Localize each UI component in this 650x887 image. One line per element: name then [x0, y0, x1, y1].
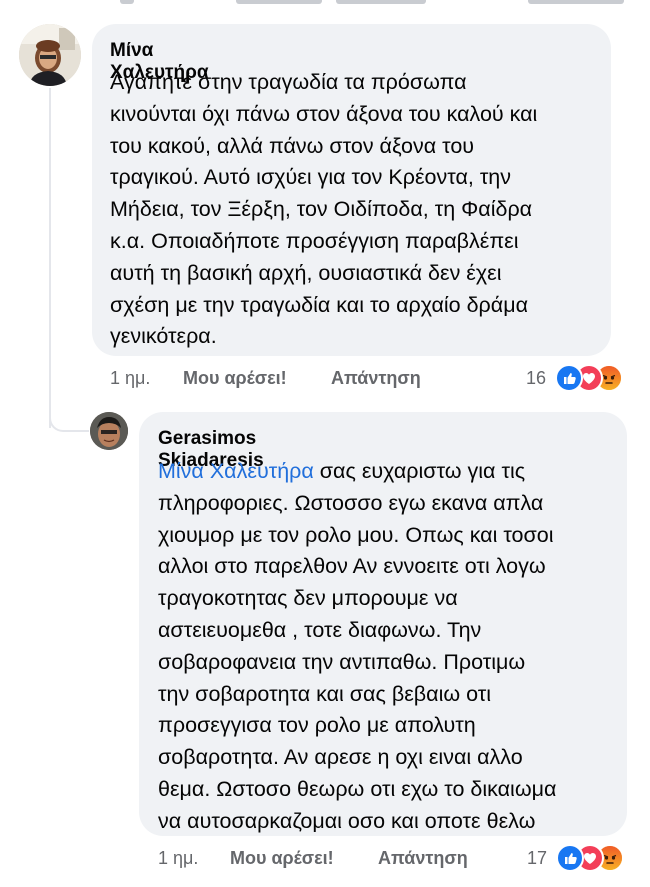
like-icon — [555, 364, 583, 392]
avatar-photo — [19, 24, 81, 86]
comment-line: σοβαροφανεια την αντιπαθω. Προτιμω — [158, 649, 526, 674]
like-button[interactable]: Μου αρέσει! — [183, 368, 287, 389]
comment-line: κ.α. Οποιαδήποτε προσέγγιση παραβλέπει — [110, 228, 519, 253]
reaction-icons[interactable] — [555, 364, 623, 392]
reaction-count[interactable]: 17 — [527, 848, 547, 869]
comment-line: προσεγγισα τον ρολο με απολυτη — [158, 713, 476, 738]
avatar[interactable] — [19, 24, 81, 86]
comment-line: Μίνα Χαλευτήρα σας ευχαριστω για τις — [158, 456, 628, 488]
avatar-photo — [90, 412, 128, 450]
comment-actions: 1 ημ. Μου αρέσει! Απάντηση — [0, 848, 650, 872]
comment-line-text: σας ευχαριστω για τις — [313, 459, 526, 483]
reaction-icons[interactable] — [556, 844, 624, 872]
mention-link[interactable]: Μίνα Χαλευτήρα — [158, 459, 314, 483]
comment-line: σχέση με την τραγωδία και το αρχαίο δράμ… — [110, 292, 529, 317]
comment-line: κινούνται όχι πάνω στον άξονα του καλού … — [110, 101, 538, 126]
comment-line: αλλοι στο παρελθον Αν εννοειτε οτι λογω — [158, 554, 546, 579]
comment-text: Μίνα Χαλευτήρα σας ευχαριστω για τις πλη… — [158, 456, 628, 838]
comment-line: Αγαπητέ στην τραγωδία τα πρόσωπα — [110, 70, 467, 94]
comment-line: τραγοκοτητας δεν μπορουμε να — [158, 586, 458, 611]
comment-line: αστειευομεθα , τοτε διαφωνω. Την — [158, 617, 482, 642]
comment-timestamp[interactable]: 1 ημ. — [110, 368, 150, 389]
comment-line: του κακού, αλλά πάνω στον άξονα του — [110, 133, 475, 158]
reply-connector — [49, 404, 89, 432]
comment-line: Μήδεια, τον Ξέρξη, τον Οιδίποδα, τη Φαίδ… — [110, 197, 533, 222]
reaction-count[interactable]: 16 — [526, 368, 546, 389]
comment-line: χιουμορ με τον ρολο μου. Οπως και τοσοι — [158, 522, 554, 547]
comment-line: τραγικού. Αυτό ισχύει για τον Κρέοντα, τ… — [110, 165, 512, 190]
reply-button[interactable]: Απάντηση — [331, 368, 421, 389]
previous-comment-fragment — [0, 0, 650, 8]
comment-text: Αγαπητέ στην τραγωδία τα πρόσωπα κινούντ… — [110, 67, 610, 353]
like-button[interactable]: Μου αρέσει! — [230, 848, 334, 869]
avatar[interactable] — [90, 412, 128, 450]
reply-button[interactable]: Απάντηση — [378, 848, 468, 869]
comment-line: γενικότερα. — [110, 324, 217, 349]
comment-line: την σοβαροτητα και σας βεβαιω οτι — [158, 681, 492, 706]
comment-timestamp[interactable]: 1 ημ. — [158, 848, 198, 869]
comment-line: σοβαροτητα. Αν αρεσε η οχι ειναι αλλο — [158, 745, 523, 770]
like-icon — [556, 844, 584, 872]
reply-thread-line — [49, 88, 51, 428]
comment-actions: 1 ημ. Μου αρέσει! Απάντηση — [0, 368, 650, 392]
comment-line: πληροφοριες. Ωστοσσο εγω εκανα απλα — [158, 490, 544, 515]
comment-line: θεμα. Ωστοσο θεωρω οτι εχω το δικαιωμα — [158, 776, 557, 801]
comment-line: να αυτοσαρκαζομαι οσο και οποτε θελω — [158, 808, 536, 833]
comment-line: αυτή τη βασική αρχή, ουσιαστικά δεν έχει — [110, 260, 502, 285]
